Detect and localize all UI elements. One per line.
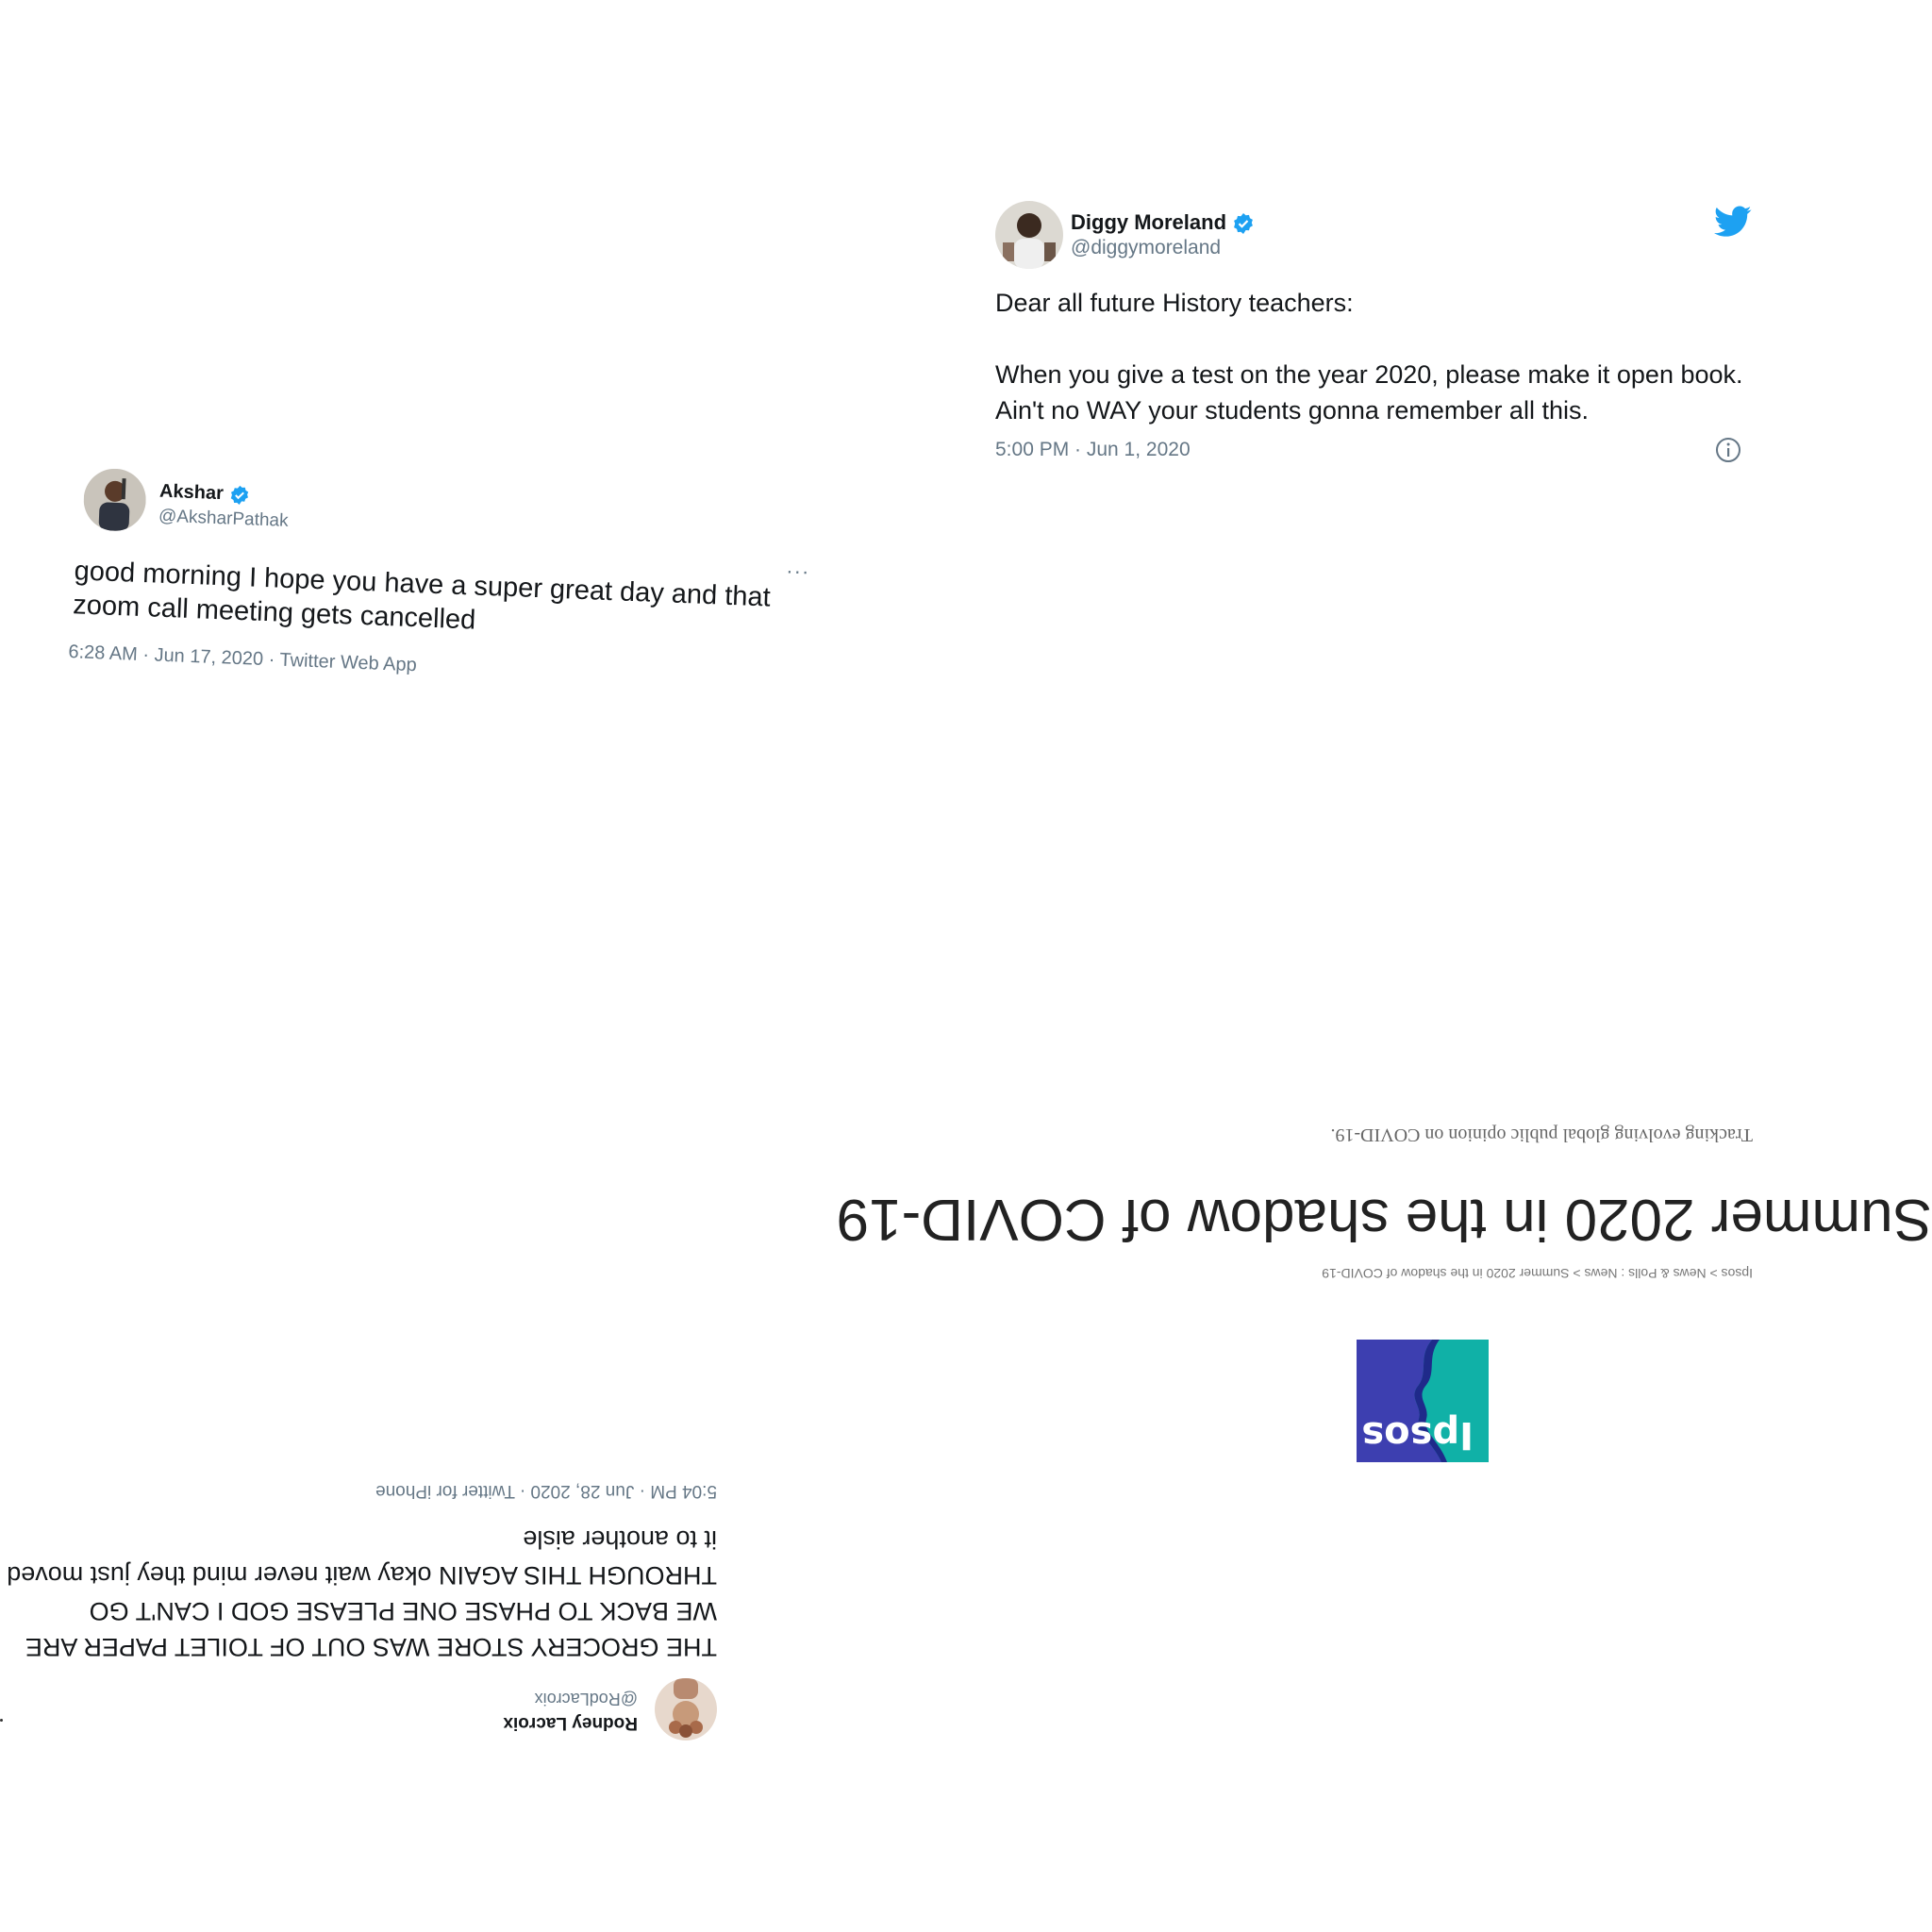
avatar[interactable] [82, 467, 147, 533]
tweet-text: THE GROCERY STORE WAS OUT OF TOILET PAPE… [0, 1525, 717, 1661]
tweet-text: good morning I hope you have a super gre… [72, 556, 779, 636]
tweet-text: Dear all future History teachers: When y… [995, 289, 1743, 425]
verified-badge-icon [230, 485, 249, 505]
edge-fragment [0, 1719, 3, 1722]
twitter-bird-icon[interactable] [1714, 205, 1752, 239]
ipsos-logo-text: Ipsos [1361, 1413, 1474, 1457]
avatar[interactable] [995, 201, 1063, 269]
ipsos-article-header: Ipsos Ipsos > News & Polls : News > Summ… [837, 1066, 1932, 1462]
tweet-author-handle[interactable]: @AksharPathak [158, 507, 289, 532]
tweet-author-handle[interactable]: @diggymoreland [1071, 237, 1221, 259]
tweet-timestamp[interactable]: 6:28 AM · Jun 17, 2020 · Twitter Web App [68, 641, 417, 676]
tweet-card-rodney[interactable]: Rodney Lacroix @RodLacroix THE GROCERY S… [0, 1457, 717, 1740]
tweet-timestamp[interactable]: 5:00 PM · Jun 1, 2020 [995, 439, 1191, 461]
page-subtitle: Tracking evolving global public opinion … [1330, 1124, 1753, 1145]
verified-badge-icon [1234, 213, 1253, 235]
tweet-card-akshar[interactable]: Akshar @AksharPathak ··· good morning I … [61, 467, 824, 732]
tweet-card-diggy[interactable]: Diggy Moreland @diggymoreland Dear all f… [995, 193, 1752, 476]
author-name-text: Diggy Moreland [1071, 210, 1227, 234]
collage-canvas: Diggy Moreland @diggymoreland Dear all f… [0, 0, 1932, 1932]
tweet-author-name[interactable]: Rodney Lacroix [503, 1712, 638, 1733]
avatar[interactable] [655, 1678, 717, 1740]
info-icon[interactable] [1714, 436, 1742, 464]
breadcrumb[interactable]: Ipsos > News & Polls : News > Summer 202… [1322, 1266, 1753, 1281]
more-options-icon[interactable]: ··· [786, 558, 810, 584]
author-name-text: Akshar [158, 480, 225, 505]
page-title: Summer 2020 in the shadow of COVID-19 [836, 1187, 1932, 1252]
tweet-author-name[interactable]: Akshar [159, 481, 251, 507]
ipsos-logo[interactable]: Ipsos [1357, 1340, 1489, 1462]
tweet-timestamp[interactable]: 5:04 PM · Jun 28, 2020 · Twitter for iPh… [375, 1480, 717, 1501]
tweet-author-name[interactable]: Diggy Moreland [1071, 210, 1255, 235]
tweet-author-handle[interactable]: @RodLacroix [535, 1689, 638, 1708]
